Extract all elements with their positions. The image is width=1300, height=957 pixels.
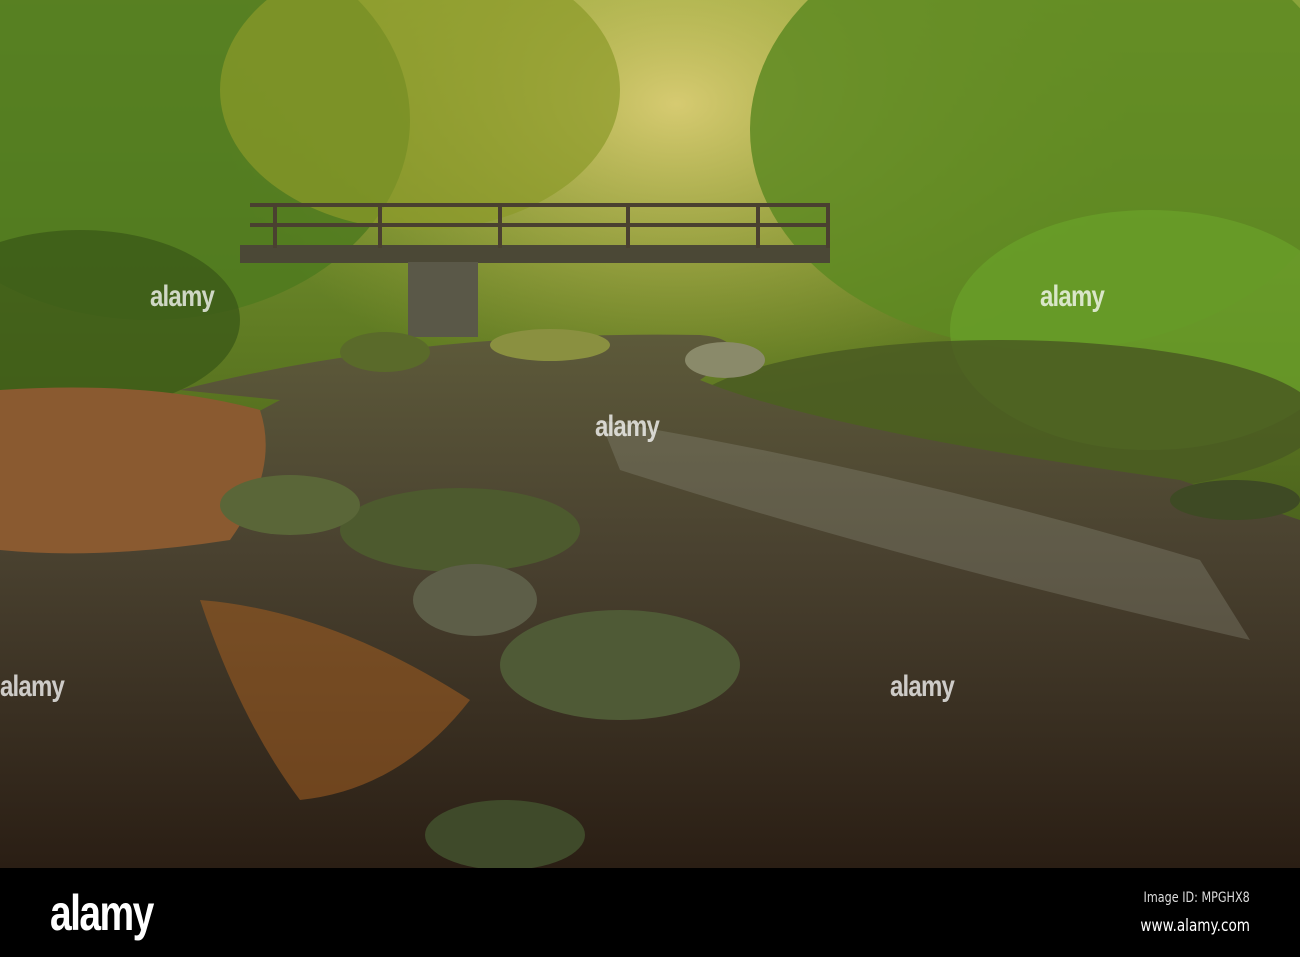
watermark: alamy [1040,280,1105,313]
footer-bar: alamy Image ID: MPGHX8 www.alamy.com [0,868,1300,957]
alamy-logo: alamy [50,885,154,941]
watermark: alamy [890,670,955,703]
watermark: alamy [0,670,65,703]
watermark: alamy [595,410,660,443]
leaf-bank [0,387,266,554]
site-url[interactable]: www.alamy.com [1140,916,1250,936]
image-id: Image ID: MPGHX8 [1143,890,1250,906]
watermark: alamy [150,280,215,313]
